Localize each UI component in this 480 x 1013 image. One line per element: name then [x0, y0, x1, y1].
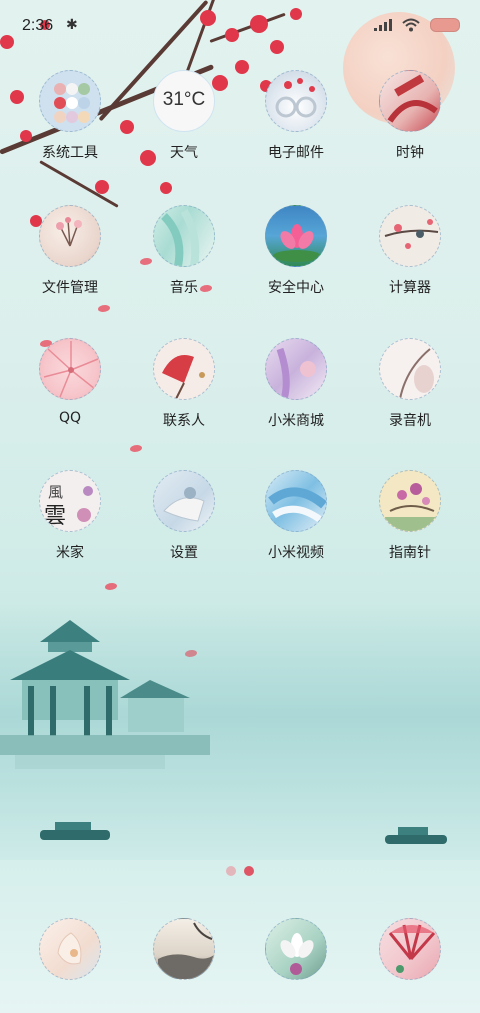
app-label: 联系人	[163, 413, 205, 429]
app-label: QQ	[58, 410, 82, 426]
app-label: 设置	[170, 545, 198, 561]
qq-icon	[39, 338, 101, 400]
folder-icon	[39, 70, 101, 132]
app-file-manager[interactable]: 文件管理	[20, 205, 120, 297]
security-icon	[265, 205, 327, 267]
dock-app-messages[interactable]	[134, 918, 234, 980]
dock-app-phone[interactable]	[20, 918, 120, 980]
compass-icon	[379, 470, 441, 532]
app-settings[interactable]: 设置	[134, 470, 234, 562]
dock-app-camera[interactable]	[360, 918, 460, 980]
page-dot-2[interactable]	[244, 866, 254, 876]
weather-icon: 31°C	[153, 70, 215, 132]
settings-icon	[153, 470, 215, 532]
svg-text:風: 風	[48, 483, 63, 501]
app-label: 小米视频	[268, 545, 324, 561]
app-label: 小米商城	[268, 413, 324, 429]
page-indicator[interactable]	[0, 866, 480, 876]
signal-icon	[374, 19, 392, 31]
mi-store-icon	[265, 338, 327, 400]
clock-time: 2:36	[22, 17, 54, 34]
app-label: 米家	[56, 545, 84, 561]
app-label: 指南针	[389, 545, 431, 561]
app-label: 系统工具	[42, 145, 98, 161]
app-clock[interactable]: 时钟	[360, 70, 460, 162]
app-mi-video[interactable]: 小米视频	[246, 470, 346, 562]
page-dot-1[interactable]	[226, 866, 236, 876]
music-icon	[153, 205, 215, 267]
battery-icon	[430, 18, 460, 32]
phone-icon	[39, 918, 101, 980]
app-calculator[interactable]: 计算器	[360, 205, 460, 297]
app-contacts[interactable]: 联系人	[134, 338, 234, 430]
bluetooth-icon: ✱	[66, 17, 78, 33]
pavilion-scenery	[0, 620, 447, 844]
contacts-icon	[153, 338, 215, 400]
email-icon	[265, 70, 327, 132]
wifi-icon	[402, 18, 420, 32]
camera-icon	[379, 918, 441, 980]
app-security-center[interactable]: 安全中心	[246, 205, 346, 297]
app-mi-store[interactable]: 小米商城	[246, 338, 346, 430]
app-label: 计算器	[389, 280, 431, 296]
mijia-icon: 風 雲	[39, 470, 101, 532]
messages-icon	[153, 918, 215, 980]
mi-video-icon	[265, 470, 327, 532]
svg-text:雲: 雲	[44, 504, 66, 529]
file-manager-icon	[39, 205, 101, 267]
app-email[interactable]: 电子邮件	[246, 70, 346, 162]
app-music[interactable]: 音乐	[134, 205, 234, 297]
app-label: 电子邮件	[268, 145, 324, 161]
recorder-icon	[379, 338, 441, 400]
app-label: 时钟	[396, 145, 424, 161]
app-mijia[interactable]: 風 雲 米家	[20, 470, 120, 562]
status-bar: 2:36 ✱	[0, 0, 480, 52]
app-qq[interactable]: QQ	[20, 338, 120, 426]
app-recorder[interactable]: 录音机	[360, 338, 460, 430]
app-label: 文件管理	[42, 280, 98, 296]
app-system-tools[interactable]: 系统工具	[20, 70, 120, 162]
browser-icon	[265, 918, 327, 980]
clock-icon	[379, 70, 441, 132]
weather-temperature: 31°C	[162, 89, 206, 110]
app-compass[interactable]: 指南针	[360, 470, 460, 562]
calculator-icon	[379, 205, 441, 267]
app-label: 音乐	[170, 280, 198, 296]
app-label: 录音机	[389, 413, 431, 429]
dock-app-browser[interactable]	[246, 918, 346, 980]
app-label: 安全中心	[268, 280, 324, 296]
app-label: 天气	[170, 145, 198, 161]
app-weather[interactable]: 31°C 天气	[134, 70, 234, 162]
